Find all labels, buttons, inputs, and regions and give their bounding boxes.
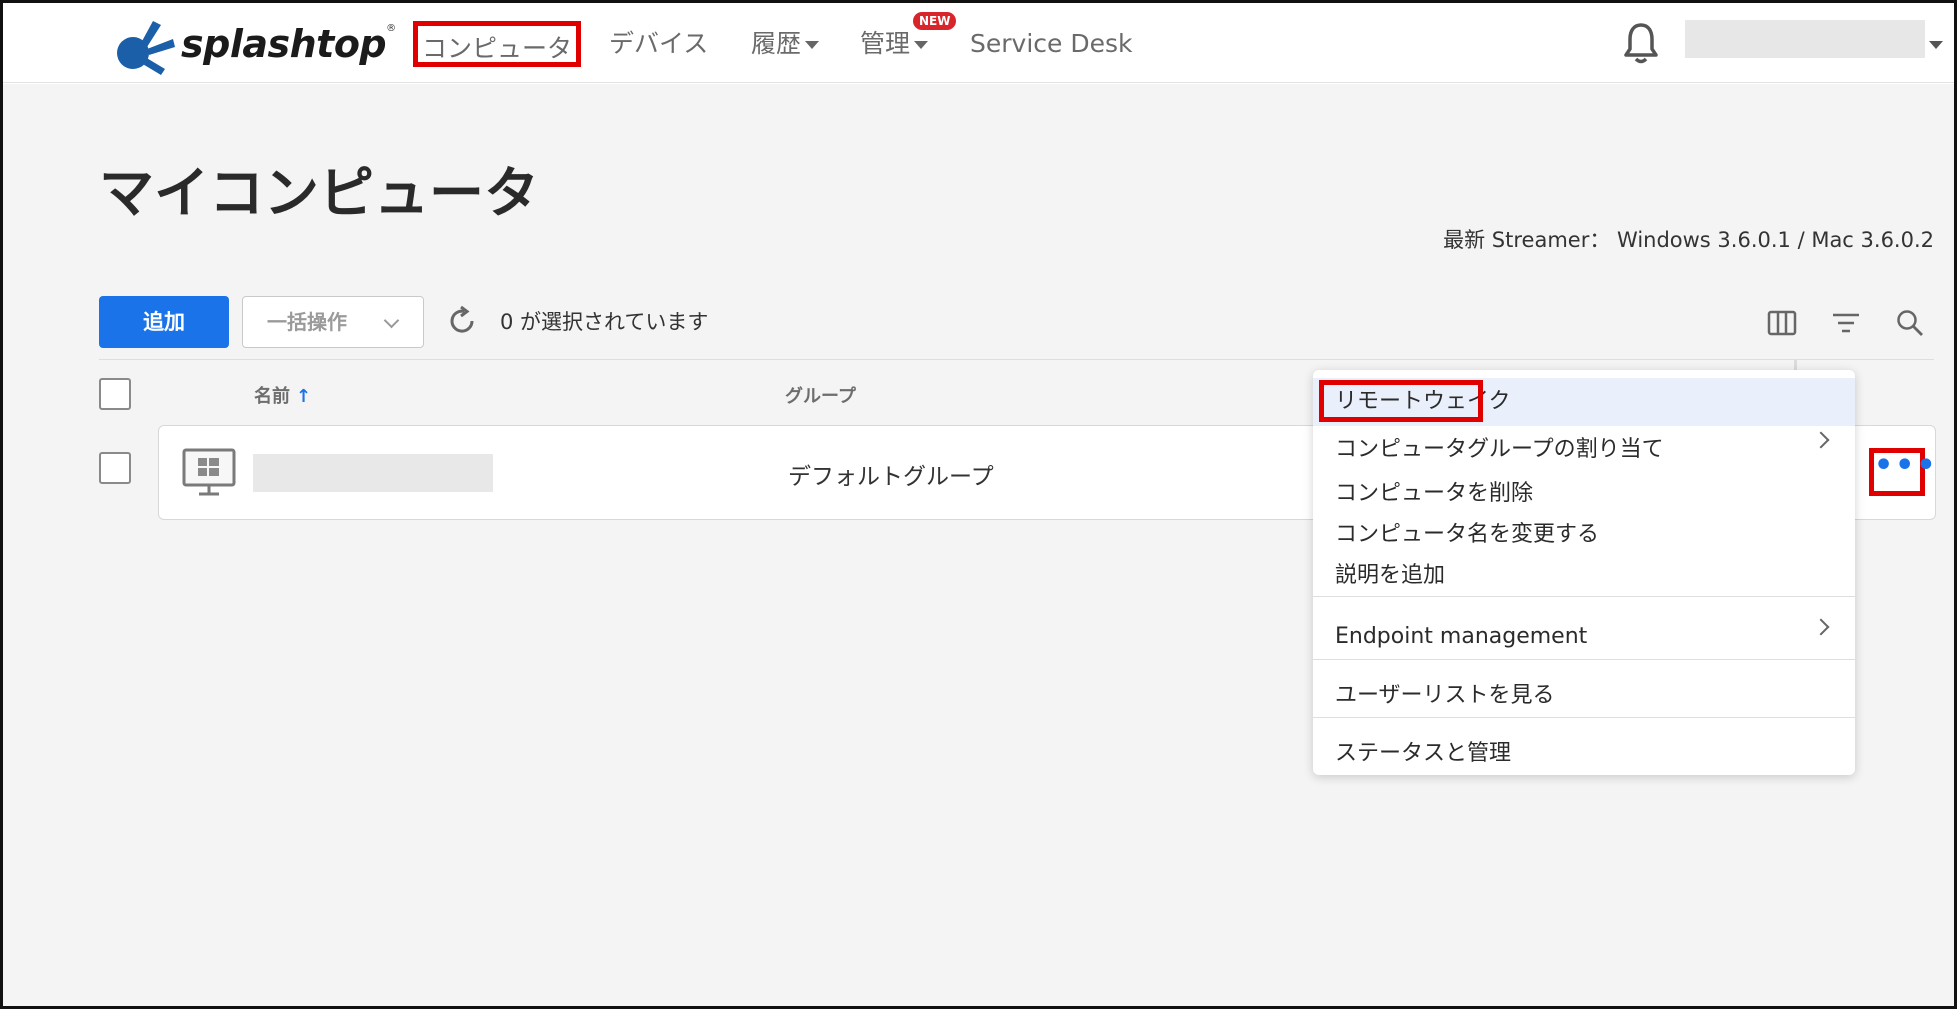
sort-ascending-icon: ↑ — [296, 386, 312, 407]
nav-computers-label: コンピュータ — [421, 34, 572, 63]
menu-divider — [1313, 659, 1855, 660]
bulk-action-dropdown[interactable]: 一括操作 — [242, 296, 424, 348]
logo-text: splashtop — [181, 22, 387, 66]
menu-item-rename-label: コンピュータ名を変更する — [1335, 522, 1600, 547]
caret-down-icon — [914, 41, 929, 49]
menu-item-assign-group-label: コンピュータグループの割り当て — [1335, 437, 1664, 462]
splashtop-logo[interactable]: splashtop ® — [111, 13, 396, 75]
row-checkbox[interactable] — [99, 452, 131, 484]
new-badge: NEW — [913, 12, 957, 30]
chevron-right-icon — [1812, 618, 1830, 636]
add-button[interactable]: 追加 — [99, 296, 229, 348]
column-header-name-label: 名前 — [254, 386, 290, 407]
menu-item-add-description-label: 説明を追加 — [1335, 563, 1446, 588]
menu-divider — [1313, 717, 1855, 718]
filter-icon[interactable] — [1829, 306, 1863, 340]
menu-item-status-label: ステータスと管理 — [1335, 741, 1512, 766]
chevron-down-icon — [383, 312, 400, 329]
top-navigation-bar: splashtop ® コンピュータ デバイス 履歴 管理 NEW Servic… — [3, 3, 1954, 83]
logo-registered-mark: ® — [386, 23, 397, 34]
menu-item-assign-group[interactable]: コンピュータグループの割り当て — [1313, 426, 1855, 474]
search-icon[interactable] — [1893, 306, 1927, 340]
nav-admin-label: 管理 — [860, 29, 911, 58]
menu-item-delete-label: コンピュータを削除 — [1335, 481, 1534, 506]
column-header-group[interactable]: グループ — [785, 382, 856, 408]
menu-divider — [1313, 596, 1855, 597]
menu-item-user-list-label: ユーザーリストを見る — [1335, 683, 1555, 708]
refresh-icon[interactable] — [446, 305, 478, 337]
nav-history[interactable]: 履歴 — [751, 21, 820, 67]
menu-item-add-description[interactable]: 説明を追加 — [1313, 552, 1855, 600]
nav-devices[interactable]: デバイス — [609, 21, 708, 67]
streamer-version-info: 最新 Streamer： Windows 3.6.0.1 / Mac 3.6.0… — [1443, 228, 1934, 252]
splashtop-logo-icon — [117, 21, 175, 75]
columns-icon[interactable] — [1765, 306, 1799, 340]
select-all-checkbox[interactable] — [99, 378, 131, 410]
menu-item-status-management[interactable]: ステータスと管理 — [1313, 730, 1855, 778]
nav-history-label: 履歴 — [751, 29, 802, 58]
more-icon: ••• — [1874, 448, 1938, 483]
menu-item-remote-wake[interactable]: リモートウェイク — [1313, 378, 1855, 426]
menu-item-endpoint-label: Endpoint management — [1335, 624, 1588, 649]
menu-item-endpoint-management[interactable]: Endpoint management — [1313, 613, 1855, 661]
bulk-action-label: 一括操作 — [267, 310, 347, 334]
nav-devices-label: デバイス — [609, 29, 709, 58]
menu-item-view-user-list[interactable]: ユーザーリストを見る — [1313, 672, 1855, 720]
chevron-right-icon — [1812, 431, 1830, 449]
monitor-windows-icon — [182, 448, 236, 496]
highlight-box — [1319, 380, 1483, 422]
bell-icon[interactable] — [1621, 21, 1661, 65]
user-account-menu[interactable] — [1685, 20, 1925, 58]
nav-computers[interactable]: コンピュータ — [413, 21, 581, 67]
more-actions-button[interactable]: ••• — [1869, 448, 1936, 496]
nav-service-desk[interactable]: Service Desk — [970, 21, 1132, 67]
column-header-name[interactable]: 名前 ↑ — [254, 382, 311, 408]
computer-name-redacted — [253, 454, 493, 492]
row-group-cell: デフォルトグループ — [788, 464, 994, 490]
chevron-down-icon[interactable] — [1929, 41, 1943, 49]
caret-down-icon — [805, 41, 820, 49]
page-title: マイコンピュータ — [99, 161, 540, 225]
selection-count: 0 が選択されています — [500, 310, 709, 334]
nav-service-desk-label: Service Desk — [970, 29, 1133, 58]
row-context-menu: リモートウェイク コンピュータグループの割り当て コンピュータを削除 コンピュー… — [1313, 370, 1855, 775]
toolbar-divider — [99, 359, 1934, 360]
